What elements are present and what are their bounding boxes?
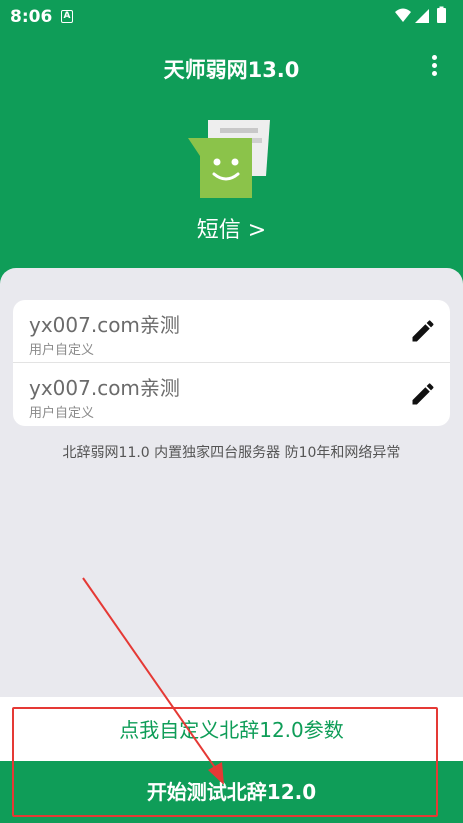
info-text: 北辞弱网11.0 内置独家四台服务器 防10年和网络异常 bbox=[62, 445, 401, 461]
signal-icon bbox=[415, 9, 429, 23]
notification-badge: A bbox=[61, 10, 73, 23]
config-title: yx007.com亲测 bbox=[29, 313, 180, 337]
config-item[interactable]: yx007.com亲测 用户自定义 bbox=[13, 363, 450, 426]
battery-icon bbox=[437, 8, 446, 23]
start-test-button[interactable]: 开始测试北辞12.0 bbox=[0, 761, 463, 823]
config-card: yx007.com亲测 用户自定义 yx007.com亲测 用户自定义 bbox=[13, 300, 450, 426]
config-item[interactable]: yx007.com亲测 用户自定义 bbox=[13, 300, 450, 363]
status-icons bbox=[395, 6, 446, 23]
edit-icon[interactable] bbox=[409, 317, 437, 345]
sms-app-icon[interactable] bbox=[186, 116, 278, 202]
more-vertical-icon[interactable] bbox=[426, 55, 442, 79]
config-subtitle: 用户自定义 bbox=[29, 343, 95, 358]
config-title: yx007.com亲测 bbox=[29, 376, 180, 400]
sms-label[interactable]: 短信 > bbox=[0, 212, 463, 244]
status-bar: 8:06 A bbox=[0, 0, 463, 34]
edit-icon[interactable] bbox=[409, 380, 437, 408]
status-time: 8:06 bbox=[10, 7, 53, 27]
wifi-icon bbox=[395, 8, 411, 22]
app-title: 天师弱网13.0 bbox=[163, 58, 300, 82]
config-subtitle: 用户自定义 bbox=[29, 406, 95, 421]
custom-params-link[interactable]: 点我自定义北辞12.0参数 bbox=[0, 714, 463, 743]
